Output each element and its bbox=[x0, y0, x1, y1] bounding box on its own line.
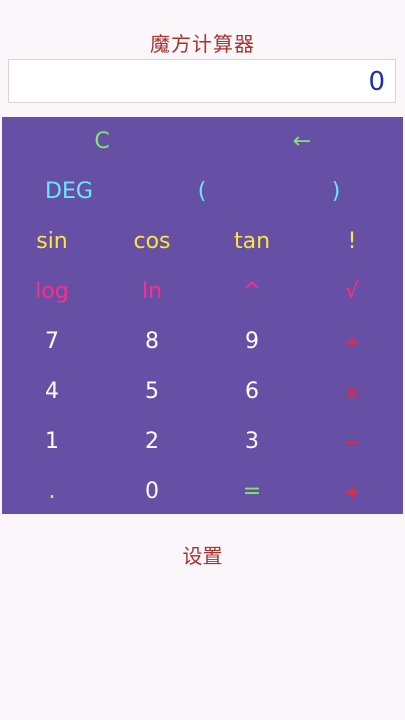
digit-8-button[interactable]: 8 bbox=[102, 317, 202, 367]
clear-button[interactable]: C bbox=[52, 117, 152, 167]
plus-button[interactable]: + bbox=[302, 467, 402, 517]
deg-mode-button[interactable]: DEG bbox=[19, 167, 119, 217]
result-display: 0 bbox=[8, 59, 396, 103]
digit-7-button[interactable]: 7 bbox=[2, 317, 102, 367]
equals-button[interactable]: = bbox=[202, 467, 302, 517]
digit-5-button[interactable]: 5 bbox=[102, 367, 202, 417]
cos-button[interactable]: cos bbox=[102, 217, 202, 267]
multiply-button[interactable]: × bbox=[302, 367, 402, 417]
power-button[interactable]: ^ bbox=[202, 267, 302, 317]
digit-0-button[interactable]: 0 bbox=[102, 467, 202, 517]
backspace-button[interactable]: ← bbox=[252, 117, 352, 167]
divide-button[interactable]: ÷ bbox=[302, 317, 402, 367]
app-title: 魔方计算器 bbox=[150, 32, 255, 56]
open-paren-button[interactable]: ( bbox=[152, 167, 252, 217]
sin-button[interactable]: sin bbox=[2, 217, 102, 267]
close-paren-button[interactable]: ) bbox=[286, 167, 386, 217]
ln-button[interactable]: ln bbox=[102, 267, 202, 317]
minus-button[interactable]: − bbox=[302, 417, 402, 467]
factorial-button[interactable]: ! bbox=[302, 217, 402, 267]
digit-2-button[interactable]: 2 bbox=[102, 417, 202, 467]
sqrt-button[interactable]: √ bbox=[302, 267, 402, 317]
digit-9-button[interactable]: 9 bbox=[202, 317, 302, 367]
tan-button[interactable]: tan bbox=[202, 217, 302, 267]
log-button[interactable]: log bbox=[2, 267, 102, 317]
decimal-point-button[interactable]: . bbox=[2, 467, 102, 517]
digit-4-button[interactable]: 4 bbox=[2, 367, 102, 417]
keypad: C ← DEG ( ) sin cos tan ! log ln ^ √ 7 8… bbox=[2, 117, 403, 514]
digit-3-button[interactable]: 3 bbox=[202, 417, 302, 467]
digit-6-button[interactable]: 6 bbox=[202, 367, 302, 417]
digit-1-button[interactable]: 1 bbox=[2, 417, 102, 467]
settings-button[interactable]: 设置 bbox=[0, 540, 405, 569]
